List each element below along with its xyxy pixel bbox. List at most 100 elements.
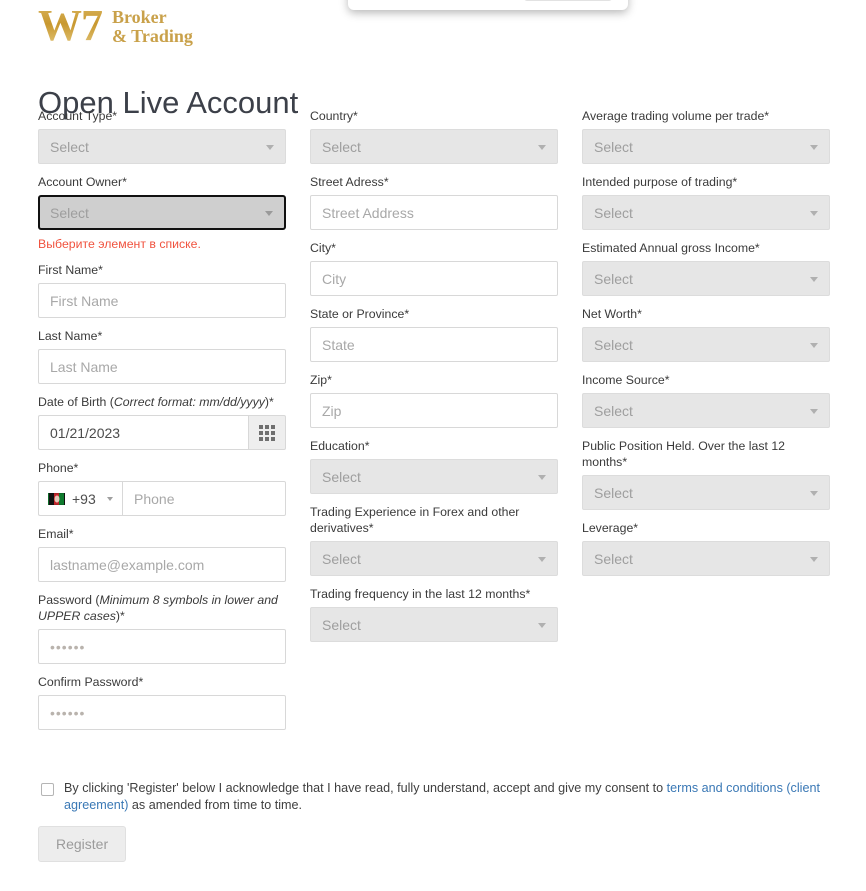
- form-field-phone: Phone* +93: [38, 460, 286, 516]
- field-label-street: Street Adress*: [310, 175, 389, 189]
- select-value-annual_income: Select: [594, 270, 633, 287]
- form-field-trading_frequency: Trading frequency in the last 12 months*…: [310, 586, 558, 642]
- input-email[interactable]: [38, 547, 286, 582]
- select-avg_volume[interactable]: Select: [582, 129, 830, 164]
- input-city[interactable]: [310, 261, 558, 296]
- input-first_name[interactable]: [38, 283, 286, 318]
- select-value-net_worth: Select: [594, 336, 633, 353]
- select-income_source[interactable]: Select: [582, 393, 830, 428]
- chevron-down-icon: [810, 408, 818, 414]
- field-label-account_type: Account Type*: [38, 109, 118, 123]
- select-value-account_owner: Select: [50, 204, 89, 221]
- select-intended_purpose[interactable]: Select: [582, 195, 830, 230]
- form-column-right: Average trading volume per trade* Select I…: [582, 108, 830, 586]
- cutoff-panel-button[interactable]: [524, 0, 612, 1]
- chevron-down-icon: [538, 474, 546, 480]
- field-label-zip: Zip*: [310, 373, 332, 387]
- brand-word-line1: Broker: [112, 7, 167, 27]
- form-field-city: City*: [310, 240, 558, 296]
- field-label-emphasis-dob: Correct format: mm/dd/yyyy: [113, 395, 265, 409]
- chevron-down-icon: [538, 556, 546, 562]
- cutoff-panel: [348, 0, 628, 10]
- input-confirm_password[interactable]: [38, 695, 286, 730]
- select-value-education: Select: [322, 468, 361, 485]
- chevron-down-icon: [265, 210, 273, 216]
- input-last_name[interactable]: [38, 349, 286, 384]
- field-label-first_name: First Name*: [38, 263, 103, 277]
- select-value-trading_frequency: Select: [322, 616, 361, 633]
- form-field-state: State or Province*: [310, 306, 558, 362]
- form-field-leverage: Leverage* Select: [582, 520, 830, 576]
- field-label-email: Email*: [38, 527, 74, 541]
- field-label-state: State or Province*: [310, 307, 410, 321]
- form-field-intended_purpose: Intended purpose of trading* Select: [582, 174, 830, 230]
- form-column-left: Account Type* Select Account Owner* Select В…: [38, 108, 286, 740]
- input-zip[interactable]: [310, 393, 558, 428]
- form-field-account_type: Account Type* Select: [38, 108, 286, 164]
- form-field-password: Password (Minimum 8 symbols in lower and…: [38, 592, 286, 664]
- field-label-avg_volume: Average trading volume per trade*: [582, 109, 770, 123]
- input-street[interactable]: [310, 195, 558, 230]
- select-net_worth[interactable]: Select: [582, 327, 830, 362]
- consent-text: By clicking 'Register' below I acknowled…: [64, 780, 828, 814]
- select-value-intended_purpose: Select: [594, 204, 633, 221]
- form-field-last_name: Last Name*: [38, 328, 286, 384]
- select-trading_experience[interactable]: Select: [310, 541, 558, 576]
- form-field-net_worth: Net Worth* Select: [582, 306, 830, 362]
- input-phone[interactable]: [122, 481, 286, 516]
- form-field-annual_income: Estimated Annual gross Income* Select: [582, 240, 830, 296]
- field-label-country: Country*: [310, 109, 358, 123]
- consent-text-before: By clicking 'Register' below I acknowled…: [64, 781, 667, 795]
- select-value-trading_experience: Select: [322, 550, 361, 567]
- form-field-income_source: Income Source* Select: [582, 372, 830, 428]
- form-field-country: Country* Select: [310, 108, 558, 164]
- select-trading_frequency[interactable]: Select: [310, 607, 558, 642]
- chevron-down-icon: [538, 622, 546, 628]
- chevron-down-icon: [810, 342, 818, 348]
- chevron-down-icon: [107, 496, 113, 501]
- form-field-street: Street Adress*: [310, 174, 558, 230]
- chevron-down-icon: [266, 144, 274, 150]
- field-label-intended_purpose: Intended purpose of trading*: [582, 175, 738, 189]
- field-label-leverage: Leverage*: [582, 521, 639, 535]
- select-value-income_source: Select: [594, 402, 633, 419]
- field-label-annual_income: Estimated Annual gross Income*: [582, 241, 760, 255]
- phone-input-group-phone: +93: [38, 481, 286, 516]
- form-field-education: Education* Select: [310, 438, 558, 494]
- select-value-avg_volume: Select: [594, 138, 633, 155]
- select-account_type[interactable]: Select: [38, 129, 286, 164]
- field-label-account_owner: Account Owner*: [38, 175, 127, 189]
- select-value-country: Select: [322, 138, 361, 155]
- form-field-dob: Date of Birth (Correct format: mm/dd/yyy…: [38, 394, 286, 450]
- form-field-public_position: Public Position Held. Over the last 12 m…: [582, 438, 830, 510]
- calendar-grid-icon: [259, 424, 275, 441]
- input-dob[interactable]: [38, 415, 248, 450]
- input-password[interactable]: [38, 629, 286, 664]
- calendar-button-dob[interactable]: [248, 415, 286, 450]
- select-value-account_type: Select: [50, 138, 89, 155]
- field-label-income_source: Income Source*: [582, 373, 670, 387]
- input-state[interactable]: [310, 327, 558, 362]
- form-column-middle: Country* Select Street Adress* City* State o…: [310, 108, 558, 652]
- field-label-public_position: Public Position Held. Over the last 12 m…: [582, 439, 786, 469]
- field-label-password: Password (Minimum 8 symbols in lower and…: [38, 593, 278, 623]
- select-country[interactable]: Select: [310, 129, 558, 164]
- select-value-public_position: Select: [594, 484, 633, 501]
- consent-checkbox[interactable]: [41, 783, 54, 796]
- select-annual_income[interactable]: Select: [582, 261, 830, 296]
- field-label-confirm_password: Confirm Password*: [38, 675, 144, 689]
- afghanistan-flag-icon: [48, 492, 65, 505]
- register-button[interactable]: Register: [38, 826, 127, 862]
- date-input-group-dob: [38, 415, 286, 450]
- country-code-selector[interactable]: +93: [38, 481, 122, 516]
- select-leverage[interactable]: Select: [582, 541, 830, 576]
- brand-logo[interactable]: W7 Broker & Trading: [38, 4, 193, 48]
- field-label-trading_experience: Trading Experience in Forex and other de…: [310, 505, 520, 535]
- select-account_owner[interactable]: Select: [38, 195, 286, 230]
- field-label-phone: Phone*: [38, 461, 79, 475]
- select-education[interactable]: Select: [310, 459, 558, 494]
- validation-error-account_owner: Выберите элемент в списке.: [38, 237, 201, 251]
- brand-mark: W7: [38, 1, 103, 50]
- select-public_position[interactable]: Select: [582, 475, 830, 510]
- form-field-trading_experience: Trading Experience in Forex and other de…: [310, 504, 558, 576]
